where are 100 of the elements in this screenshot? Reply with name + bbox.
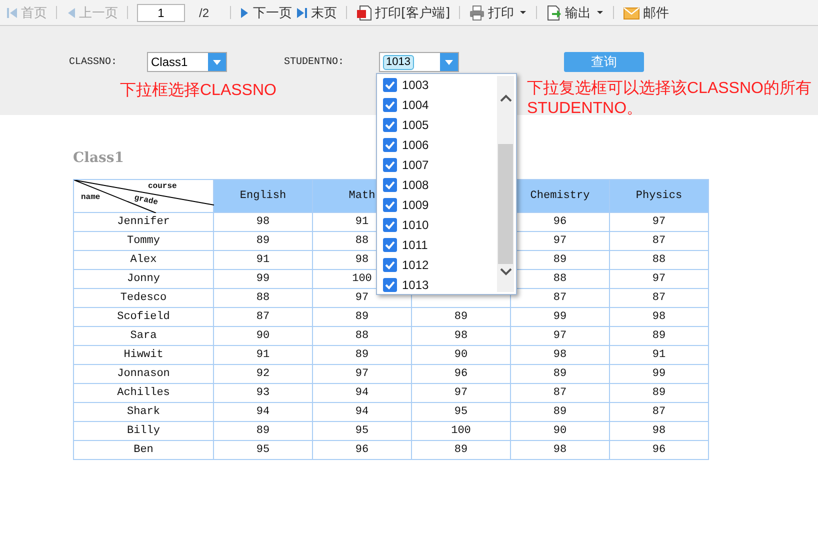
table-cell: 99 <box>610 364 708 384</box>
table-cell: 88 <box>214 288 312 308</box>
table-cell: 99 <box>510 308 610 326</box>
annotation-text: 下拉框选择CLASSNO <box>120 82 276 99</box>
table-cell: Alex <box>74 250 214 270</box>
table-cell: Hiwwit <box>74 346 214 364</box>
checkbox[interactable] <box>383 198 397 212</box>
studentno-select[interactable]: 1013 <box>379 52 460 72</box>
table-cell: 89 <box>214 422 312 440</box>
checkbox[interactable] <box>383 258 397 272</box>
table-cell: 98 <box>214 212 312 232</box>
dropdown-option[interactable]: 1003 <box>377 75 497 95</box>
checkbox[interactable] <box>383 158 397 172</box>
last-button[interactable]: 末页 <box>294 2 340 22</box>
dropdown-option[interactable]: 1004 <box>377 95 497 115</box>
table-cell: Jonny <box>74 270 214 288</box>
table-cell: 89 <box>412 440 510 460</box>
scroll-down-icon <box>500 267 512 276</box>
scrollbar[interactable] <box>497 76 514 292</box>
table-cell: 89 <box>510 364 610 384</box>
table-cell: 89 <box>412 308 510 326</box>
checkbox[interactable] <box>383 278 397 292</box>
table-cell: 87 <box>214 308 312 326</box>
table-cell: 89 <box>214 232 312 250</box>
page-number-field[interactable]: 1 <box>137 4 185 22</box>
dropdown-option[interactable]: 1005 <box>377 115 497 135</box>
table-cell: Achilles <box>74 384 214 402</box>
table-cell: 99 <box>214 270 312 288</box>
report-title: Class1 <box>73 150 124 168</box>
table-cell: 89 <box>312 308 412 326</box>
table-cell: 89 <box>610 384 708 402</box>
checkbox[interactable] <box>383 78 397 92</box>
table-cell: 90 <box>510 422 610 440</box>
table-cell: 96 <box>610 440 708 460</box>
checkbox[interactable] <box>383 218 397 232</box>
next-button[interactable]: 下一页 <box>238 2 294 22</box>
table-cell: 89 <box>610 326 708 346</box>
table-cell: Ben <box>74 440 214 460</box>
table-cell: Scofield <box>74 308 214 326</box>
table-cell: Jonnason <box>74 364 214 384</box>
table-cell: 98 <box>510 346 610 364</box>
table-cell: Tedesco <box>74 288 214 308</box>
scroll-up-icon <box>500 94 512 103</box>
checkbox[interactable] <box>383 138 397 152</box>
table-cell: 97 <box>610 212 708 232</box>
dropdown-option[interactable]: 1010 <box>377 215 497 235</box>
table-cell: 88 <box>610 250 708 270</box>
table-cell: 97 <box>312 364 412 384</box>
table-cell: 93 <box>214 384 312 402</box>
export-icon <box>546 4 562 20</box>
table-cell: 98 <box>610 422 708 440</box>
table-cell: 100 <box>412 422 510 440</box>
table-cell: 98 <box>610 308 708 326</box>
table-cell: 89 <box>312 346 412 364</box>
table-cell: 88 <box>312 326 412 346</box>
table-cell: 98 <box>412 326 510 346</box>
table-cell: 90 <box>214 326 312 346</box>
print-client-button[interactable]: 打印[客户端] <box>354 2 452 22</box>
table-cell: 87 <box>610 288 708 308</box>
checkbox[interactable] <box>383 238 397 252</box>
export-button[interactable]: 输出 <box>544 2 606 22</box>
column-axis-label: course <box>148 182 177 191</box>
table-cell: 97 <box>610 270 708 288</box>
table-cell: 94 <box>312 402 412 422</box>
classno-label: CLASSNO: <box>69 56 118 68</box>
annotation-text: 下拉复选框可以选择该CLASSNO的所有STUDENTNO。 <box>527 80 812 117</box>
table-cell: 97 <box>412 384 510 402</box>
table-cell: Sara <box>74 326 214 346</box>
table-cell: Shark <box>74 402 214 422</box>
checkbox[interactable] <box>383 118 397 132</box>
table-cell: 95 <box>412 402 510 422</box>
table-cell: 91 <box>610 346 708 364</box>
dropdown-option[interactable]: 1012 <box>377 255 497 275</box>
table-cell: 94 <box>214 402 312 422</box>
row-axis-label: grade <box>133 194 159 208</box>
print-button[interactable]: 打印 <box>467 2 530 22</box>
column-header: English <box>214 180 312 212</box>
classno-select[interactable]: Class1 <box>147 52 228 72</box>
dropdown-option[interactable]: 1007 <box>377 155 497 175</box>
table-cell: 92 <box>214 364 312 384</box>
table-cell: 87 <box>610 402 708 422</box>
previous-page-icon <box>66 6 76 20</box>
table-cell: Jennifer <box>74 212 214 232</box>
table-cell: 96 <box>312 440 412 460</box>
column-header: Physics <box>610 180 708 212</box>
table-cell: 94 <box>312 384 412 402</box>
checkbox[interactable] <box>383 98 397 112</box>
table-cell: 87 <box>510 288 610 308</box>
mail-button[interactable]: 邮件 <box>621 2 672 22</box>
table-cell: 91 <box>214 346 312 364</box>
table-cell: 97 <box>510 326 610 346</box>
dropdown-arrow-icon <box>444 58 454 66</box>
first-page-icon <box>6 6 18 20</box>
printer-icon <box>469 4 486 20</box>
dropdown-option[interactable]: 1011 <box>377 235 497 255</box>
checkbox[interactable] <box>383 178 397 192</box>
page-count: /2 <box>199 6 210 20</box>
last-page-icon <box>296 6 308 20</box>
dropdown-option[interactable]: 1006 <box>377 135 497 155</box>
table-cell: 87 <box>610 232 708 250</box>
